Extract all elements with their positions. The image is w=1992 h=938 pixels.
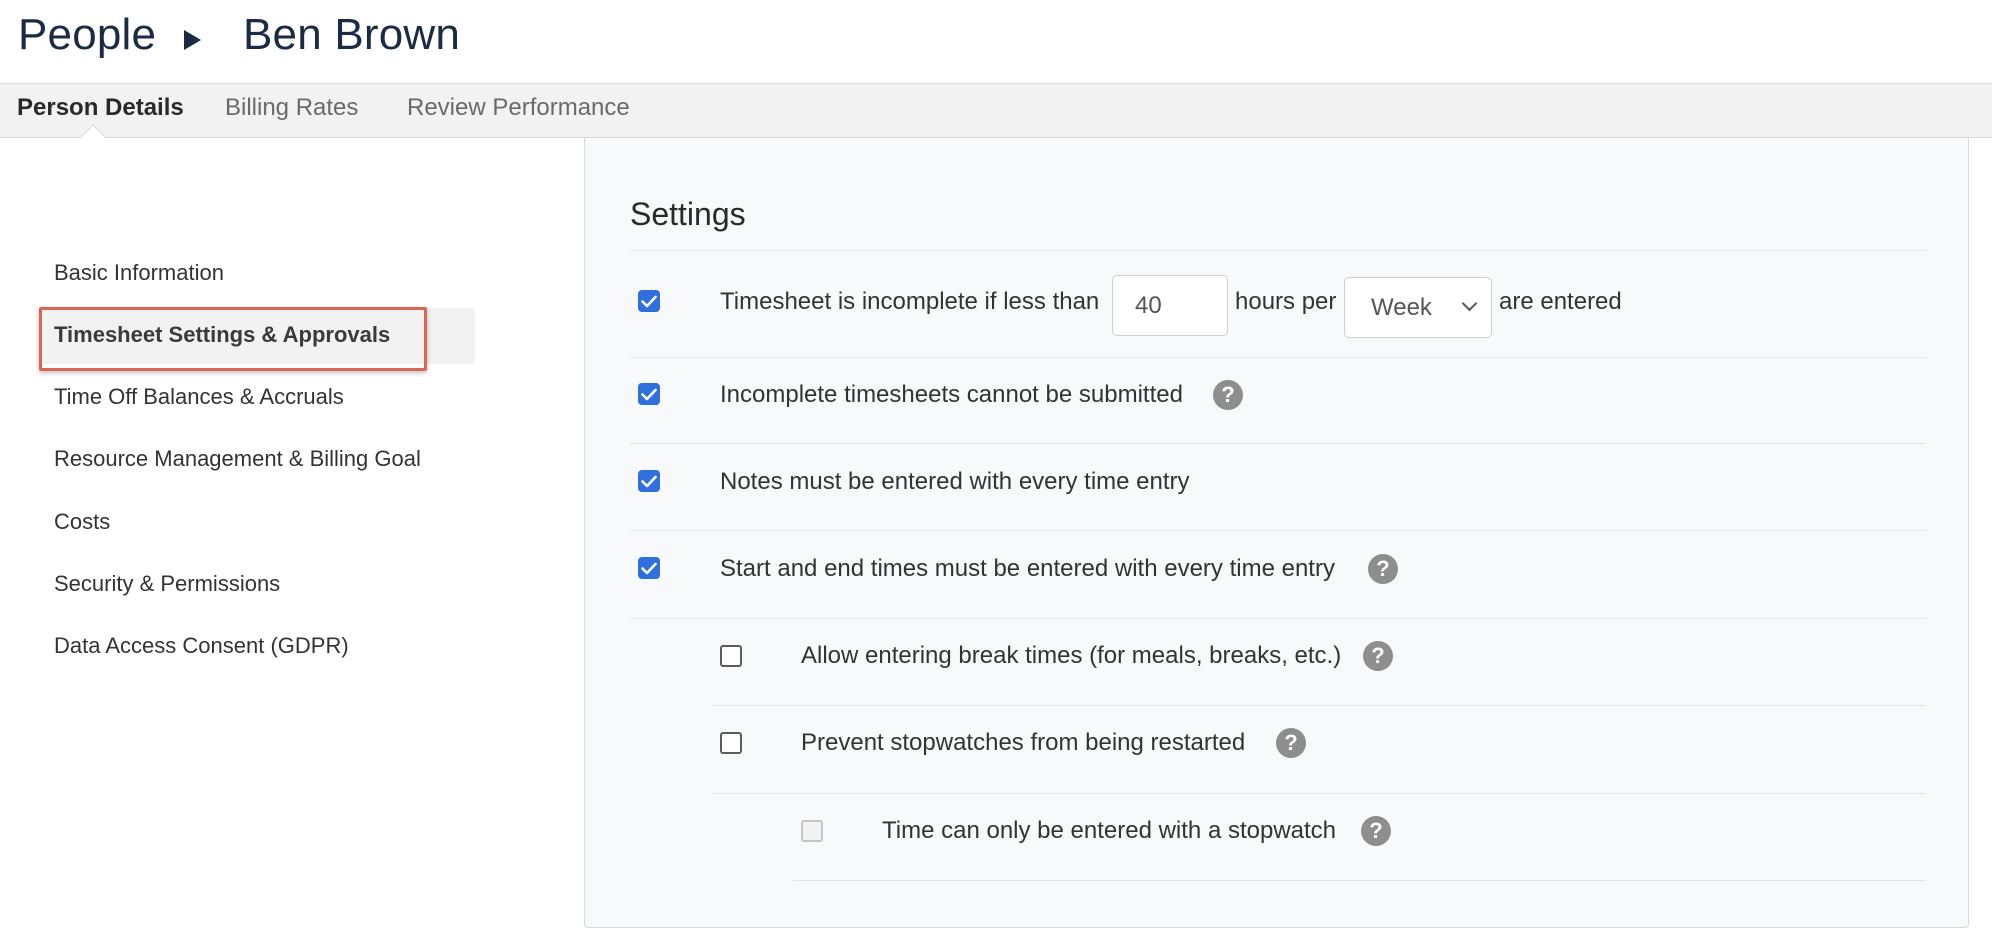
divider [630, 618, 1926, 619]
divider [630, 443, 1926, 444]
are-entered-label: are entered [1499, 288, 1622, 315]
question-circle-icon[interactable]: ? [1363, 641, 1393, 671]
breadcrumb-current-person: Ben Brown [243, 10, 461, 59]
tab-person-details[interactable]: Person Details [17, 94, 184, 122]
divider [712, 793, 1926, 794]
tab-billing-rates[interactable]: Billing Rates [225, 94, 358, 122]
breadcrumb-people[interactable]: People [18, 10, 156, 60]
incomplete-threshold-checkbox[interactable] [638, 290, 660, 312]
prevent-stopwatch-restart-checkbox[interactable] [720, 732, 742, 754]
block-incomplete-submit-checkbox[interactable] [638, 383, 660, 405]
divider [630, 530, 1926, 531]
tab-review-performance[interactable]: Review Performance [407, 94, 630, 122]
break-times-checkbox[interactable] [720, 645, 742, 667]
divider [712, 705, 1926, 706]
divider [630, 250, 1926, 251]
hours-threshold-input[interactable] [1112, 275, 1228, 336]
prevent-stopwatch-restart-label: Prevent stopwatches from being restarted [801, 729, 1246, 756]
sidebar-item-basic-information[interactable]: Basic Information [54, 260, 224, 286]
breadcrumb-separator-icon [184, 30, 201, 50]
sidebar-item-security[interactable]: Security & Permissions [54, 571, 280, 597]
settings-title: Settings [630, 196, 746, 232]
question-circle-icon[interactable]: ? [1276, 728, 1306, 758]
stopwatch-only-checkbox[interactable] [801, 820, 823, 842]
period-select[interactable]: Week [1344, 277, 1492, 338]
question-circle-icon[interactable]: ? [1361, 816, 1391, 846]
settings-panel [584, 138, 1969, 928]
period-select-value: Week [1371, 294, 1432, 321]
question-circle-icon[interactable]: ? [1368, 554, 1398, 584]
stopwatch-only-label: Time can only be entered with a stopwatc… [882, 817, 1337, 844]
notes-required-label: Notes must be entered with every time en… [720, 468, 1190, 495]
divider [630, 357, 1926, 358]
chevron-down-icon [1461, 295, 1478, 312]
start-end-times-checkbox[interactable] [638, 557, 660, 579]
divider [793, 880, 1926, 881]
notes-required-checkbox[interactable] [638, 470, 660, 492]
sidebar-item-costs[interactable]: Costs [54, 509, 110, 535]
incomplete-threshold-label-prefix: Timesheet is incomplete if less than [720, 288, 1100, 315]
start-end-times-label: Start and end times must be entered with… [720, 555, 1335, 582]
sidebar-item-gdpr[interactable]: Data Access Consent (GDPR) [54, 633, 349, 659]
break-times-label: Allow entering break times (for meals, b… [801, 642, 1342, 669]
sidebar-item-resource-management[interactable]: Resource Management & Billing Goal [54, 446, 421, 472]
hours-per-label: hours per [1235, 288, 1337, 315]
question-circle-icon[interactable]: ? [1213, 380, 1243, 410]
page-header: People Ben Brown [0, 0, 1992, 84]
tab-bar: Person Details Billing Rates Review Perf… [0, 83, 1992, 138]
sidebar-item-time-off[interactable]: Time Off Balances & Accruals [54, 384, 344, 410]
sidebar-item-timesheet-settings[interactable]: Timesheet Settings & Approvals [54, 322, 390, 348]
block-incomplete-submit-label: Incomplete timesheets cannot be submitte… [720, 381, 1183, 408]
